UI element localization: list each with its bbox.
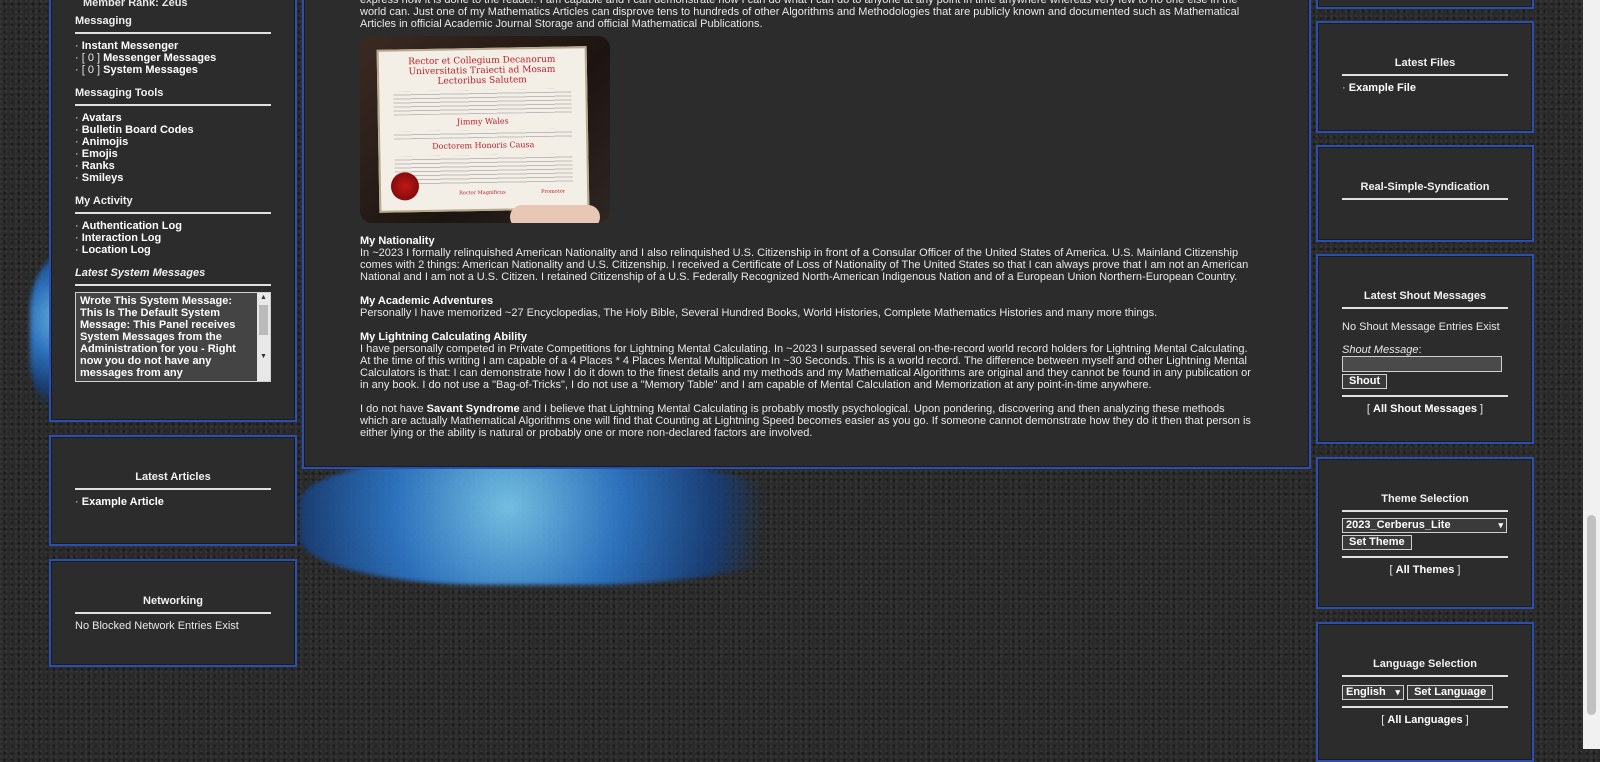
- rss-panel: Real-Simple-Syndication: [1316, 145, 1534, 242]
- bulletin-board-codes-link[interactable]: Bulletin Board Codes: [82, 124, 194, 136]
- all-languages-link[interactable]: All Languages: [1387, 714, 1462, 726]
- system-messages-link[interactable]: System Messages: [103, 64, 198, 76]
- hand-shape: [510, 205, 600, 223]
- set-theme-button[interactable]: Set Theme: [1342, 535, 1412, 550]
- user-panel: Member Rank: Zeus Messaging · Instant Me…: [49, 0, 297, 422]
- scroll-thumb[interactable]: [259, 305, 268, 335]
- nationality-paragraph: In ~2023 I formally relinquished America…: [360, 247, 1249, 283]
- scroll-down-icon[interactable]: ▼: [257, 352, 270, 362]
- my-activity-title: My Activity: [75, 195, 271, 214]
- emojis-link[interactable]: Emojis: [82, 148, 118, 160]
- lightning-paragraph: I have personally competed in Private Co…: [360, 343, 1251, 391]
- diploma-name: Jimmy Wales: [456, 116, 509, 127]
- lightning-heading: My Lightning Calculating Ability: [360, 331, 528, 343]
- wax-seal: [390, 172, 420, 201]
- theme-selection-title: Theme Selection: [1342, 493, 1508, 512]
- location-log-link[interactable]: Location Log: [82, 244, 151, 256]
- shout-panel: Latest Shout Messages No Shout Message E…: [1316, 254, 1534, 444]
- smileys-link[interactable]: Smileys: [82, 172, 124, 184]
- latest-articles-title: Latest Articles: [75, 471, 271, 490]
- nationality-heading: My Nationality: [360, 235, 435, 247]
- savant-paragraph: I do not have Savant Syndrome and I beli…: [360, 403, 1251, 439]
- all-themes-link[interactable]: All Themes: [1396, 564, 1455, 576]
- messaging-title: Messaging: [75, 15, 271, 34]
- animojis-link[interactable]: Animojis: [82, 136, 128, 148]
- main-content-panel: express how it is done to the reader. I …: [302, 0, 1311, 469]
- shout-button[interactable]: Shout: [1342, 374, 1388, 389]
- shout-message-label: Shout Message: [1342, 344, 1419, 356]
- scroll-thumb[interactable]: [1587, 515, 1596, 715]
- messenger-messages-link[interactable]: Messenger Messages: [103, 52, 216, 64]
- shout-input[interactable]: [1342, 356, 1502, 372]
- latest-files-title: Latest Files: [1342, 57, 1508, 76]
- networking-title: Networking: [75, 595, 271, 614]
- theme-select[interactable]: 2023_Cerberus_Lite ▾: [1342, 518, 1507, 533]
- example-file-link[interactable]: Example File: [1349, 82, 1416, 94]
- diploma-signature-left: Rector Magnificus: [459, 189, 506, 197]
- rss-title[interactable]: Real-Simple-Syndication: [1342, 181, 1508, 200]
- system-messages-box[interactable]: Wrote This System Message: This Is The D…: [75, 292, 271, 382]
- all-shout-messages-link[interactable]: All Shout Messages: [1373, 403, 1477, 415]
- theme-panel: Theme Selection 2023_Cerberus_Lite ▾ Set…: [1316, 457, 1534, 609]
- right-top-panel: [1316, 0, 1534, 9]
- list-item: · Instant Messenger: [75, 40, 179, 52]
- networking-status: No Blocked Network Entries Exist: [75, 620, 239, 632]
- interaction-log-link[interactable]: Interaction Log: [82, 232, 161, 244]
- scroll-up-icon[interactable]: ▲: [257, 293, 270, 303]
- diploma-image: Rector et Collegium Decanorum Universita…: [360, 36, 610, 223]
- messaging-tools-title: Messaging Tools: [75, 87, 271, 106]
- chevron-down-icon: ▾: [1395, 687, 1400, 697]
- set-language-button[interactable]: Set Language: [1407, 685, 1494, 700]
- message-box-scrollbar[interactable]: ▲ ▼: [257, 293, 270, 381]
- messaging-tools-list: · Avatars · Bulletin Board Codes · Animo…: [75, 112, 194, 184]
- example-article-link[interactable]: Example Article: [82, 496, 164, 508]
- latest-system-messages-title: Latest System Messages: [75, 267, 271, 286]
- page-scrollbar[interactable]: [1583, 0, 1600, 749]
- system-message-text: Wrote This System Message: This Is The D…: [80, 295, 236, 379]
- list-item: · [ 0 ] Messenger Messages: [75, 52, 217, 64]
- savant-bold: Savant Syndrome: [426, 403, 520, 415]
- my-activity-list: · Authentication Log · Interaction Log ·…: [75, 220, 182, 256]
- member-rank: Member Rank: Zeus: [83, 0, 188, 9]
- academic-paragraph: Personally I have memorized ~27 Encyclop…: [360, 307, 1158, 319]
- latest-articles-panel: Latest Articles · Example Article: [49, 435, 297, 546]
- diploma-signature-right: Promotor: [541, 188, 566, 195]
- diploma-degree: Doctorem Honoris Causa: [432, 140, 535, 151]
- language-selection-title: Language Selection: [1342, 658, 1508, 677]
- ranks-link[interactable]: Ranks: [82, 160, 115, 172]
- chevron-down-icon: ▾: [1498, 520, 1503, 530]
- messaging-list: · Instant Messenger · [ 0 ] Messenger Me…: [75, 40, 271, 76]
- shout-empty-text: No Shout Message Entries Exist: [1342, 321, 1500, 333]
- avatars-link[interactable]: Avatars: [82, 112, 122, 124]
- language-select[interactable]: English ▾: [1342, 685, 1404, 700]
- latest-shout-title: Latest Shout Messages: [1342, 290, 1508, 309]
- list-item: · [ 0 ] System Messages: [75, 64, 198, 76]
- latest-files-panel: Latest Files · Example File: [1316, 21, 1534, 133]
- intro-paragraph: express how it is done to the reader. I …: [360, 0, 1240, 30]
- background-splash: [300, 455, 820, 585]
- language-panel: Language Selection English ▾ Set Languag…: [1316, 622, 1534, 762]
- instant-messenger-link[interactable]: Instant Messenger: [82, 40, 179, 52]
- networking-panel: Networking No Blocked Network Entries Ex…: [49, 559, 297, 667]
- academic-heading: My Academic Adventures: [360, 295, 494, 307]
- authentication-log-link[interactable]: Authentication Log: [82, 220, 182, 232]
